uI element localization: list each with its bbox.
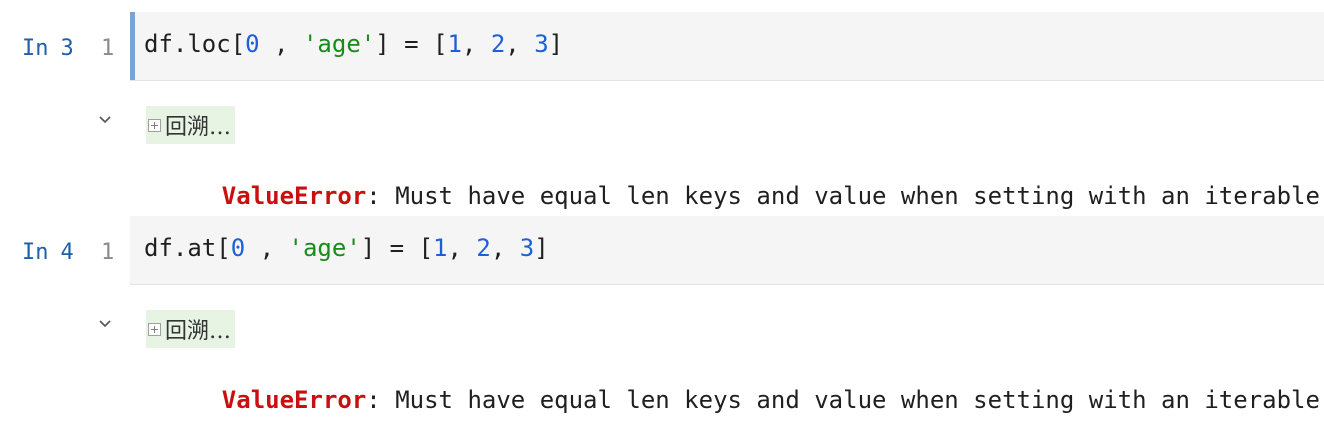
traceback-label: 回溯… <box>165 115 232 140</box>
prompt-label: In <box>22 240 49 265</box>
code-number-token: 2 <box>490 30 506 58</box>
code-token: , <box>461 30 491 58</box>
code-token: , <box>259 30 303 58</box>
execution-count: 3 <box>60 36 74 61</box>
plus-box-icon <box>148 322 161 336</box>
error-message: : Must have equal len keys and value whe… <box>366 386 1320 414</box>
chevron-down-icon[interactable] <box>95 314 115 334</box>
code-line[interactable]: df.loc[0 , 'age'] = [1, 2, 3] <box>144 30 563 58</box>
code-token: , <box>447 234 477 262</box>
code-number-token: 2 <box>476 234 491 262</box>
cell-prompt: In 4 <box>22 240 74 265</box>
traceback-toggle[interactable]: 回溯… <box>146 310 236 348</box>
code-editor[interactable]: df.at[0 , 'age'] = [1, 2, 3] <box>130 216 1324 285</box>
code-line[interactable]: df.at[0 , 'age'] = [1, 2, 3] <box>144 234 549 262</box>
code-editor[interactable]: df.loc[0 , 'age'] = [1, 2, 3] <box>130 12 1324 81</box>
code-token: ] <box>534 234 549 262</box>
code-token: ] = [ <box>360 234 434 262</box>
plus-box-icon <box>148 118 161 132</box>
code-number-token: 0 <box>245 30 260 58</box>
error-message: : Must have equal len keys and value whe… <box>366 182 1320 210</box>
line-number: 1 <box>101 240 115 265</box>
traceback-label: 回溯… <box>165 319 232 344</box>
code-string-token: 'age' <box>302 30 376 58</box>
line-number: 1 <box>101 36 115 61</box>
error-type: ValueError <box>221 386 367 414</box>
traceback-toggle[interactable]: 回溯… <box>146 106 236 144</box>
chevron-down-icon[interactable] <box>95 110 115 130</box>
error-output: ValueError: Must have equal len keys and… <box>164 358 1320 442</box>
code-number-token: 3 <box>519 234 535 262</box>
code-token: ] = [ <box>375 30 448 58</box>
cell-prompt: In 3 <box>22 36 74 61</box>
prompt-label: In <box>22 36 49 61</box>
code-number-token: 3 <box>534 30 549 58</box>
code-string-token: 'age' <box>288 234 361 262</box>
code-token: ] <box>548 30 564 58</box>
code-number-token: 1 <box>447 30 462 58</box>
code-token: , <box>505 30 535 58</box>
error-type: ValueError <box>221 182 367 210</box>
code-number-token: 1 <box>433 234 448 262</box>
execution-count: 4 <box>60 240 74 265</box>
code-token: , <box>245 234 289 262</box>
code-token: , <box>490 234 520 262</box>
code-token: df.loc[ <box>144 30 246 58</box>
code-token: df.at[ <box>144 234 231 262</box>
code-number-token: 0 <box>230 234 246 262</box>
